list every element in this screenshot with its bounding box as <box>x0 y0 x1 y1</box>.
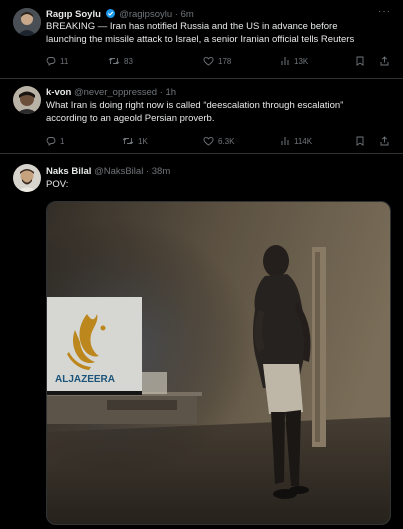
tweet-1[interactable]: Ragıp Soylu @ragipsoylu · 6m ··· BREAKIN… <box>0 0 403 79</box>
reply-button[interactable]: 11 <box>46 56 68 66</box>
author-name[interactable]: k-von <box>46 87 71 98</box>
repost-icon <box>108 57 120 65</box>
bookmark-button[interactable] <box>356 56 364 66</box>
avatar[interactable] <box>13 8 41 36</box>
like-icon <box>203 136 214 146</box>
timestamp[interactable]: 1h <box>166 87 177 98</box>
action-bar: 11 83 178 13K <box>46 56 391 68</box>
separator-dot: · <box>145 166 150 177</box>
author-handle[interactable]: @never_oppressed <box>74 87 157 98</box>
views-button[interactable]: 13K <box>281 56 308 66</box>
tweet-header: k-von @never_oppressed · 1h <box>46 87 176 98</box>
tweet-text: What Iran is doing right now is called “… <box>46 100 344 124</box>
like-button[interactable]: 6.3K <box>203 136 234 146</box>
views-count: 114K <box>294 136 313 146</box>
like-button[interactable]: 178 <box>203 56 231 66</box>
verified-badge-icon <box>105 9 115 18</box>
author-handle[interactable]: @NaksBilal <box>94 166 143 177</box>
separator-dot: · <box>159 87 163 98</box>
meme-photo: ALJAZEERA <box>47 202 390 524</box>
action-bar: 1 1K 6.3K 114K <box>46 136 391 148</box>
reply-icon <box>46 57 56 66</box>
reply-icon <box>46 137 56 146</box>
like-count: 6.3K <box>218 136 235 146</box>
reply-count: 11 <box>60 56 69 66</box>
views-icon <box>281 57 289 65</box>
share-icon <box>380 136 389 146</box>
reply-count: 1 <box>60 136 65 146</box>
tweet-media-image[interactable]: ALJAZEERA <box>46 201 391 525</box>
tweet-header: Ragıp Soylu @ragipsoylu · 6m <box>46 9 194 20</box>
separator-dot: · <box>174 9 178 20</box>
like-count: 178 <box>218 56 232 66</box>
bookmark-icon <box>356 136 364 146</box>
share-button[interactable] <box>380 136 389 146</box>
author-name[interactable]: Naks Bilal <box>46 166 91 177</box>
author-handle[interactable]: @ragipsoylu <box>119 9 172 20</box>
tweet-2[interactable]: k-von @never_oppressed · 1h What Iran is… <box>0 79 403 154</box>
share-icon <box>380 56 389 66</box>
timestamp[interactable]: 6m <box>181 9 194 20</box>
share-button[interactable] <box>380 56 389 66</box>
timestamp[interactable]: 38m <box>152 166 170 177</box>
bookmark-icon <box>356 56 364 66</box>
repost-icon <box>122 137 134 145</box>
more-icon[interactable]: ··· <box>378 6 391 17</box>
views-count: 13K <box>294 56 309 66</box>
tweet-header: Naks Bilal @NaksBilal · 38m <box>46 166 170 177</box>
avatar[interactable] <box>13 86 41 114</box>
tweet-text: BREAKING — Iran has notified Russia and … <box>46 21 355 45</box>
avatar[interactable] <box>13 164 41 192</box>
repost-count: 1K <box>138 136 148 146</box>
like-icon <box>203 56 214 66</box>
bookmark-button[interactable] <box>356 136 364 146</box>
author-name[interactable]: Ragıp Soylu <box>46 9 101 20</box>
repost-count: 83 <box>124 56 133 66</box>
repost-button[interactable]: 1K <box>122 136 148 146</box>
repost-button[interactable]: 83 <box>108 56 133 66</box>
tweet-text: POV: <box>46 179 69 190</box>
reply-button[interactable]: 1 <box>46 136 64 146</box>
views-button[interactable]: 114K <box>281 136 312 146</box>
views-icon <box>281 137 289 145</box>
